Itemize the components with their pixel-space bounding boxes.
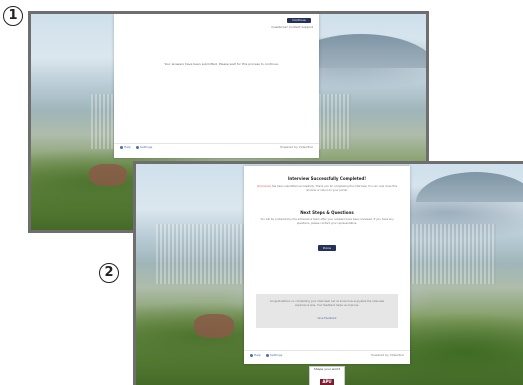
help-label: Help — [124, 145, 131, 149]
step-number-2: 2 — [99, 263, 119, 283]
campus-area — [89, 164, 127, 186]
logo-tagline: Shape your world — [313, 367, 341, 371]
completion-intro: [Interview] has been submitted successfu… — [256, 185, 398, 192]
gear-icon — [136, 145, 139, 149]
footer-divider — [114, 143, 319, 144]
help-link[interactable]: Help — [120, 145, 131, 149]
completion-intro-text: has been submitted successfully. Thank y… — [271, 185, 398, 192]
powered-by: Powered by VideoTool — [280, 145, 313, 149]
next-steps-title: Next Steps & Questions — [300, 210, 354, 215]
settings-link[interactable]: Settings — [136, 145, 152, 149]
continue-button[interactable]: Continue — [287, 18, 311, 23]
step-number-1: 1 — [3, 6, 23, 26]
footer-divider — [244, 350, 410, 351]
help-label: Help — [254, 353, 261, 357]
help-icon — [120, 145, 123, 149]
completion-title: Interview Successfully Completed! — [287, 176, 367, 181]
powered-by: Powered by VideoTool — [371, 353, 404, 357]
step-marker-2: 2 — [99, 263, 119, 283]
next-steps-text: You will be contacted by the admissions … — [260, 218, 394, 225]
feedback-notice-text: Congratulations on completing your inter… — [269, 300, 385, 307]
submission-message: Your answers have been submitted. Please… — [164, 62, 279, 66]
campus-area — [194, 314, 234, 338]
screenshot-interview-completed: Interview Successfully Completed! [Inter… — [133, 161, 523, 385]
support-note: Questions? Contact support — [271, 25, 313, 29]
logo-mark: APU — [320, 379, 334, 385]
help-icon — [250, 353, 253, 357]
help-link[interactable]: Help — [250, 353, 261, 357]
step-marker-1: 1 — [3, 6, 23, 26]
gear-icon — [266, 353, 269, 357]
done-button[interactable]: Done — [318, 245, 336, 251]
settings-label: Settings — [140, 145, 153, 149]
feedback-notice: Congratulations on completing your inter… — [256, 294, 398, 328]
interview-dialog: Continue Questions? Contact support Your… — [114, 14, 319, 158]
university-logo: Shape your world APU — [309, 366, 345, 385]
settings-label: Settings — [270, 353, 283, 357]
settings-link[interactable]: Settings — [266, 353, 282, 357]
completion-dialog: Interview Successfully Completed! [Inter… — [244, 166, 410, 364]
composite-figure: 1 Continue Questions? Contact support Yo… — [0, 0, 523, 385]
feedback-link[interactable]: Give Feedback — [256, 317, 398, 321]
